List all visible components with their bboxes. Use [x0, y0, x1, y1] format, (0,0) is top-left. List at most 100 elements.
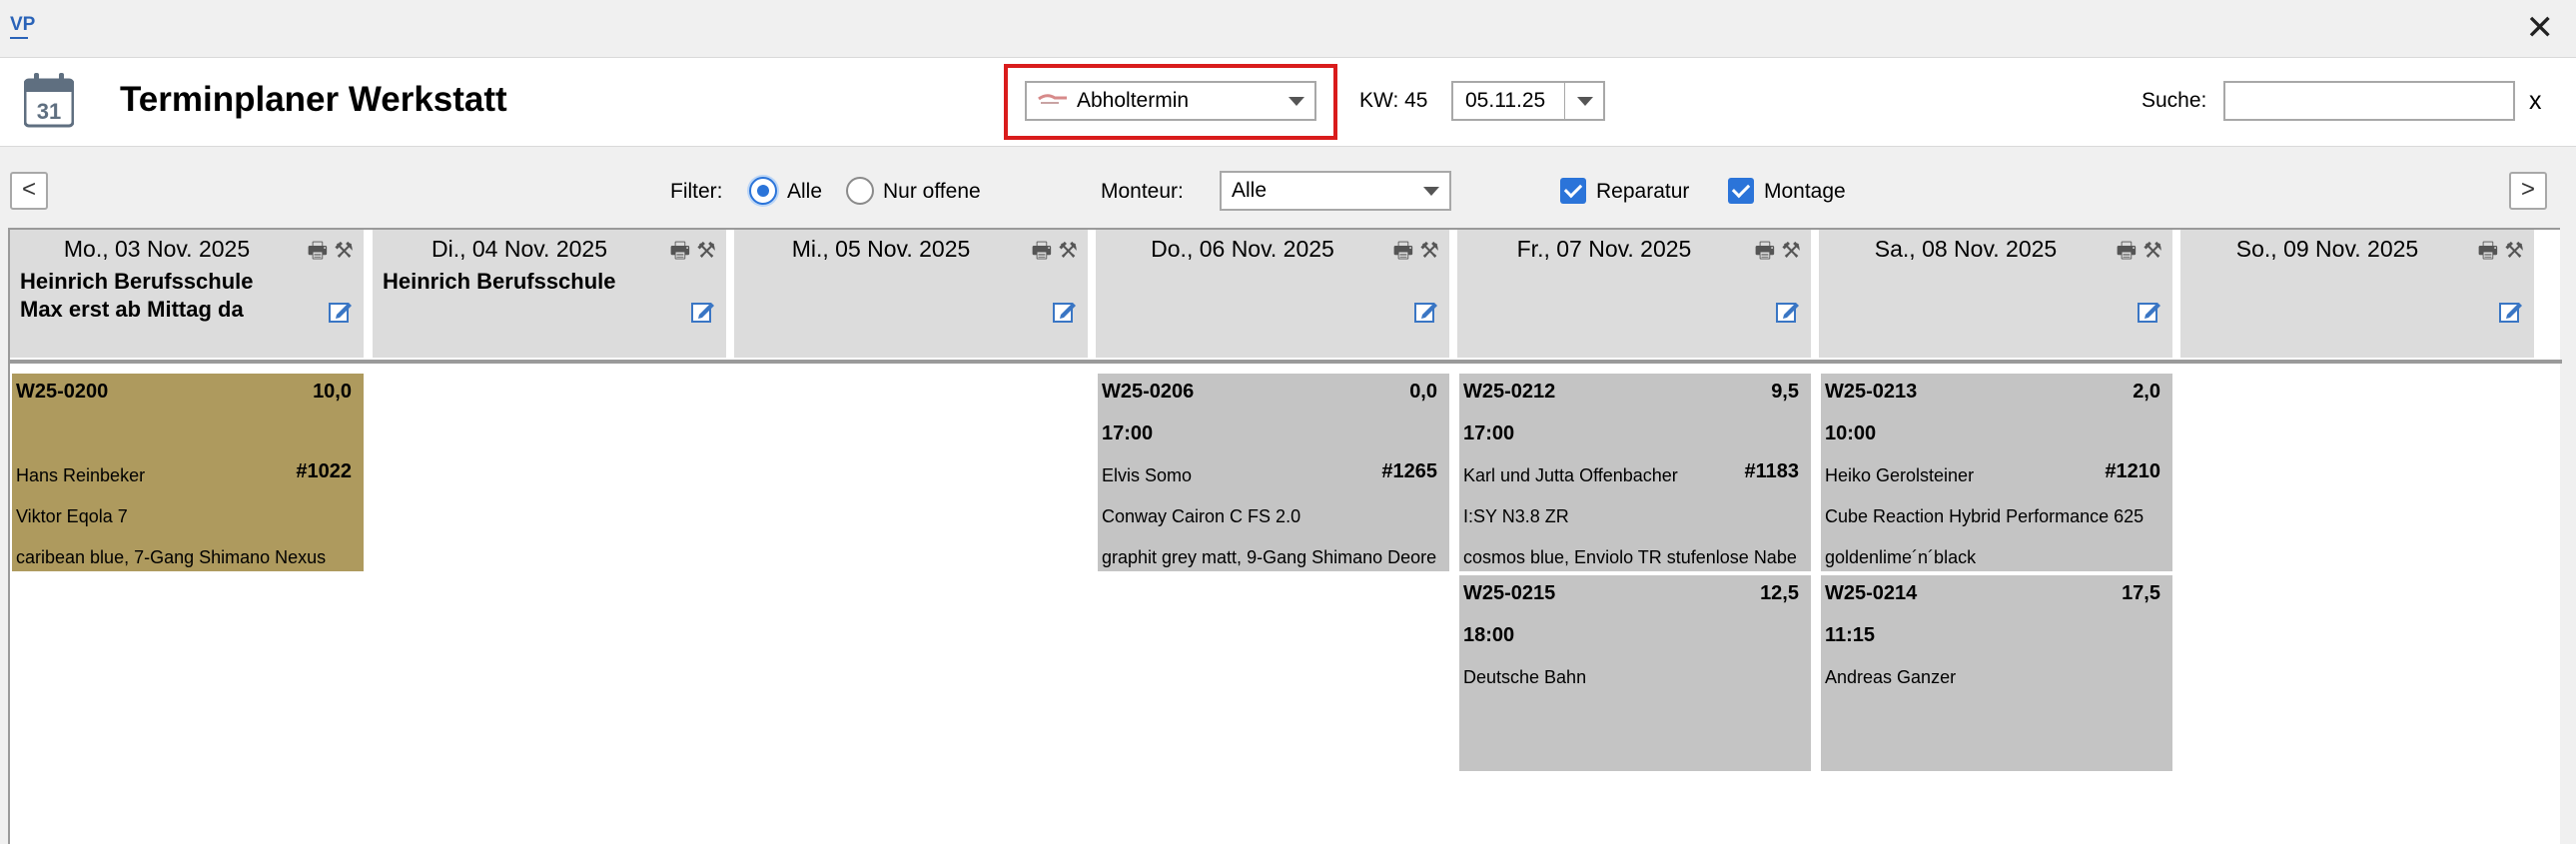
card-header-row: W25-0200 10,0: [16, 382, 358, 402]
calendar-icon: 31: [24, 73, 74, 128]
next-week-button[interactable]: >: [2509, 172, 2547, 210]
appointment-time: 11:15: [1825, 624, 1876, 646]
search-input[interactable]: [2223, 81, 2515, 121]
tools-icon[interactable]: ⚒: [696, 238, 716, 264]
filter-all-radio[interactable]: [749, 177, 777, 205]
order-number: W25-0214: [1825, 582, 1918, 604]
day-actions: 🖶 ⚒: [2471, 234, 2524, 272]
work-hours: 10,0: [313, 381, 352, 403]
day-header: Mi., 05 Nov. 2025 🖶 ⚒: [734, 230, 1096, 358]
app-logo-icon: VP: [10, 14, 35, 39]
card-customer-row: Heiko Gerolsteiner #1210: [1825, 461, 2166, 485]
order-number: W25-0212: [1463, 381, 1556, 403]
day-note: Heinrich Berufsschule: [383, 268, 616, 296]
work-hours: 2,0: [2133, 381, 2160, 403]
order-number: W25-0215: [1463, 582, 1556, 604]
chevron-down-icon: [1577, 97, 1593, 106]
tools-icon[interactable]: ⚒: [1781, 238, 1801, 264]
tools-icon[interactable]: ⚒: [334, 238, 354, 264]
edit-note-icon[interactable]: [1775, 298, 1801, 324]
assembly-checkbox[interactable]: [1728, 178, 1754, 204]
card-header-row: W25-0212 9,5: [1463, 382, 1805, 402]
work-hours: 9,5: [1771, 381, 1799, 403]
day-header: Di., 04 Nov. 2025 🖶 ⚒ Heinrich Berufsschule: [373, 230, 734, 358]
day-actions: 🖶 ⚒: [1025, 234, 1078, 272]
customer-order-ref: #1265: [1381, 460, 1437, 482]
filter-open-radio[interactable]: [846, 177, 874, 205]
edit-note-icon[interactable]: [328, 298, 354, 324]
day-note: Heinrich Berufsschule Max erst ab Mittag …: [20, 268, 254, 324]
chevron-down-icon: [1288, 97, 1304, 106]
appointment-card[interactable]: W25-0214 17,5 11:15 Andreas Ganzer: [1821, 575, 2172, 771]
print-icon[interactable]: 🖶: [1392, 234, 1413, 272]
print-icon[interactable]: 🖶: [2477, 234, 2498, 272]
appointment-time: 18:00: [1463, 624, 1515, 646]
edit-note-icon[interactable]: [1052, 298, 1078, 324]
edit-note-icon[interactable]: [2498, 298, 2524, 324]
customer-order-ref: #1183: [1744, 460, 1799, 482]
edit-note-icon[interactable]: [2137, 298, 2162, 324]
card-customer-row: Karl und Jutta Offenbacher #1183: [1463, 461, 1805, 485]
filter-label: Filter:: [670, 180, 723, 203]
divider: [1564, 83, 1565, 119]
day-header: Mo., 03 Nov. 2025 🖶 ⚒ Heinrich Berufsschule…: [10, 230, 372, 358]
assembly-label[interactable]: Montage: [1764, 180, 1846, 204]
customer-name: Andreas Ganzer: [1825, 667, 1957, 687]
tools-icon[interactable]: ⚒: [2504, 238, 2524, 264]
day-header: So., 09 Nov. 2025 🖶 ⚒: [2180, 230, 2542, 358]
appointment-card[interactable]: W25-0213 2,0 10:00 Heiko Gerolsteiner #1210 C…: [1821, 374, 2172, 571]
edit-note-icon[interactable]: [1413, 298, 1439, 324]
day-note-line: Heinrich Berufsschule: [383, 269, 616, 294]
print-icon[interactable]: 🖶: [1754, 234, 1775, 272]
filter-open-label[interactable]: Nur offene: [883, 180, 981, 204]
edit-note-icon[interactable]: [690, 298, 716, 324]
date-picker[interactable]: 05.11.25: [1451, 81, 1605, 121]
card-header-row: W25-0206 0,0: [1102, 382, 1443, 402]
card-header-row: W25-0213 2,0: [1825, 382, 2166, 402]
appointment-type-select[interactable]: Abholtermin: [1025, 81, 1316, 121]
appointment-card[interactable]: W25-0212 9,5 17:00 Karl und Jutta Offenbach…: [1459, 374, 1811, 571]
close-window-button[interactable]: ✕: [2526, 8, 2555, 48]
card-header-row: W25-0215 12,5: [1463, 583, 1805, 603]
repair-checkbox[interactable]: [1560, 178, 1586, 204]
appointment-time: 10:00: [1825, 422, 1877, 444]
day-note-line: Max erst ab Mittag da: [20, 297, 244, 322]
day-header: Do., 06 Nov. 2025 🖶 ⚒: [1096, 230, 1457, 358]
appointment-card[interactable]: W25-0215 12,5 18:00 Deutsche Bahn: [1459, 575, 1811, 771]
monteur-value: Alle: [1232, 179, 1268, 202]
work-hours: 17,5: [2122, 582, 2160, 604]
customer-order-ref: #1210: [2105, 460, 2160, 482]
bike-details: graphit grey matt, 9-Gang Shimano Deore: [1102, 547, 1437, 567]
card-customer-row: Andreas Ganzer: [1825, 667, 2166, 687]
header-divider: [10, 360, 2562, 364]
bike-model: Cube Reaction Hybrid Performance 625: [1825, 506, 2145, 526]
bike-details: cosmos blue, Enviolo TR stufenlose Nabe: [1463, 547, 1797, 567]
bike-model: Conway Cairon C FS 2.0: [1102, 506, 1301, 526]
appointment-card[interactable]: W25-0200 10,0 Hans Reinbeker #1022 Viktor Eq…: [12, 374, 364, 571]
svg-text:31: 31: [37, 99, 61, 124]
monteur-select[interactable]: Alle: [1220, 171, 1451, 211]
search-label: Suche:: [2142, 89, 2207, 112]
tools-icon[interactable]: ⚒: [2143, 238, 2162, 264]
filter-all-label[interactable]: Alle: [787, 180, 822, 204]
day-header: Sa., 08 Nov. 2025 🖶 ⚒: [1819, 230, 2180, 358]
tools-icon[interactable]: ⚒: [1419, 238, 1439, 264]
previous-week-button[interactable]: <: [10, 172, 48, 210]
appointment-card[interactable]: W25-0206 0,0 17:00 Elvis Somo #1265 Conway Ca…: [1098, 374, 1449, 571]
print-icon[interactable]: 🖶: [307, 234, 328, 272]
search-clear-button[interactable]: x: [2529, 87, 2542, 116]
print-icon[interactable]: 🖶: [2116, 234, 2137, 272]
bike-details: caribean blue, 7-Gang Shimano Nexus: [16, 547, 327, 567]
appointment-type-value: Abholtermin: [1077, 89, 1190, 112]
calendar-week-view: Mo., 03 Nov. 2025 🖶 ⚒ Heinrich Berufsschule…: [8, 228, 2562, 844]
print-icon[interactable]: 🖶: [669, 234, 690, 272]
window-titlebar: VP ✕: [0, 0, 2576, 57]
day-header: Fr., 07 Nov. 2025 🖶 ⚒: [1457, 230, 1819, 358]
tools-icon[interactable]: ⚒: [1058, 238, 1078, 264]
repair-label[interactable]: Reparatur: [1596, 180, 1689, 204]
bike-model: Viktor Eqola 7: [16, 506, 128, 526]
card-header-row: W25-0214 17,5: [1825, 583, 2166, 603]
print-icon[interactable]: 🖶: [1031, 234, 1052, 272]
appointment-time: 17:00: [1463, 422, 1515, 444]
order-number: W25-0213: [1825, 381, 1918, 403]
